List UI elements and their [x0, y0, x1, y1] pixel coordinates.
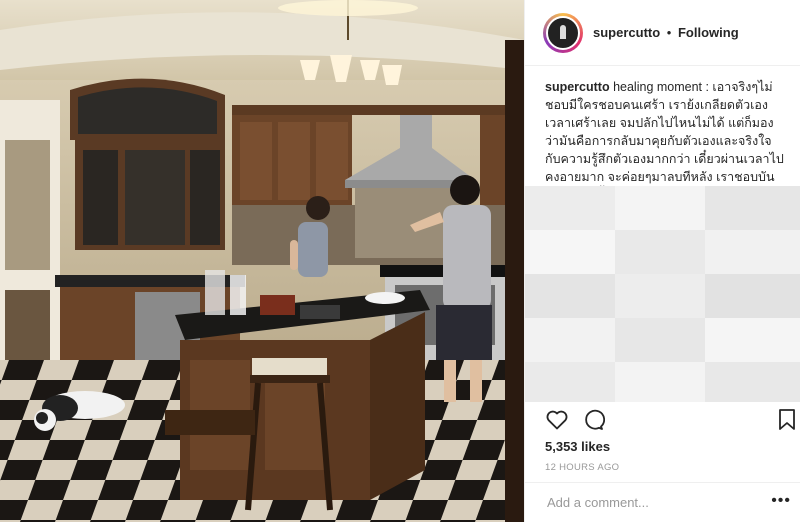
heart-icon[interactable]	[545, 408, 569, 437]
comment-bubble-icon[interactable]	[581, 408, 606, 437]
blur-block	[705, 362, 800, 402]
blur-block	[615, 318, 705, 362]
blur-block	[705, 186, 800, 230]
blur-block	[525, 186, 615, 230]
post-header: supercutto • Following	[525, 0, 800, 66]
blurred-comments-area	[525, 186, 800, 402]
like-count[interactable]: 5,353 likes	[545, 439, 610, 454]
post-timestamp[interactable]: 12 HOURS AGO	[545, 462, 619, 473]
avatar[interactable]	[543, 12, 583, 53]
comment-bar: •••	[525, 482, 800, 522]
post-side-panel: supercutto • Following supercutto healin…	[524, 0, 800, 522]
more-options-icon[interactable]: •••	[771, 492, 791, 510]
blur-block	[525, 274, 615, 318]
blur-block	[525, 362, 615, 402]
blur-block	[615, 362, 705, 402]
avatar-image	[546, 15, 580, 50]
comment-input[interactable]	[545, 494, 759, 511]
blur-block	[705, 318, 800, 362]
kitchen-photo-illustration	[0, 0, 524, 522]
blur-block	[705, 274, 800, 318]
following-button[interactable]: Following	[678, 25, 739, 40]
blur-block	[525, 318, 615, 362]
blur-block	[525, 230, 615, 274]
blur-block	[615, 230, 705, 274]
bookmark-icon[interactable]	[777, 408, 797, 437]
blur-block	[615, 274, 705, 318]
blur-block	[705, 230, 800, 274]
header-text: supercutto • Following	[593, 25, 739, 40]
post-actions	[545, 408, 795, 434]
blur-block	[615, 186, 705, 230]
username-link[interactable]: supercutto	[593, 25, 660, 40]
separator-dot: •	[666, 25, 672, 40]
post-photo[interactable]	[0, 0, 524, 522]
caption-username-link[interactable]: supercutto	[545, 80, 610, 94]
